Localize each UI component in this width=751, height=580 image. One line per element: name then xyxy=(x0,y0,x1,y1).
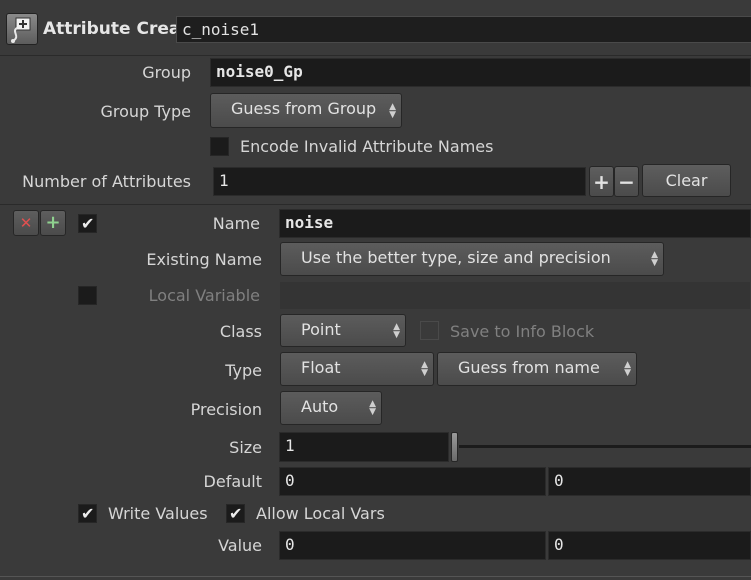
existing-name-label: Existing Name xyxy=(146,250,262,269)
encode-invalid-checkbox[interactable] xyxy=(210,137,229,156)
group-type-label: Group Type xyxy=(100,102,191,121)
type-value: Float xyxy=(301,358,341,377)
type-info-menu[interactable]: Guess from name ▲ ▼ xyxy=(437,352,637,386)
default-label: Default xyxy=(203,472,262,491)
header-divider xyxy=(0,55,751,56)
allow-local-vars-label: Allow Local Vars xyxy=(256,504,385,523)
encode-invalid-label: Encode Invalid Attribute Names xyxy=(240,137,494,156)
precision-label: Precision xyxy=(190,400,262,419)
menu-arrows-icon: ▲ ▼ xyxy=(421,360,428,378)
precision-value: Auto xyxy=(301,397,339,416)
local-variable-field xyxy=(279,281,751,310)
menu-arrows-icon: ▲ ▼ xyxy=(369,399,376,417)
group-type-value: Guess from Group xyxy=(231,99,377,118)
existing-name-menu[interactable]: Use the better type, size and precision … xyxy=(280,242,664,276)
save-info-checkbox xyxy=(420,321,439,340)
size-field[interactable]: 1 xyxy=(279,432,449,462)
name-label: Name xyxy=(212,214,260,233)
value-field-1[interactable]: 0 xyxy=(279,531,546,560)
menu-arrows-icon: ▲ ▼ xyxy=(393,321,400,340)
type-menu[interactable]: Float ▲ ▼ xyxy=(280,352,434,386)
clear-button[interactable]: Clear xyxy=(642,164,731,197)
size-slider-track[interactable] xyxy=(459,445,751,448)
attribute-create-node-icon[interactable] xyxy=(6,13,38,45)
save-info-label: Save to Info Block xyxy=(450,322,595,341)
group-label: Group xyxy=(142,63,191,82)
size-slider-handle[interactable] xyxy=(451,432,458,462)
section-divider xyxy=(0,204,751,205)
remove-attribute-button[interactable]: − xyxy=(614,166,639,197)
precision-menu[interactable]: Auto ▲ ▼ xyxy=(280,391,382,425)
name-field[interactable]: noise xyxy=(279,209,751,238)
local-variable-label: Local Variable xyxy=(148,286,260,305)
group-field[interactable]: noise0_Gp xyxy=(210,58,751,87)
size-label: Size xyxy=(229,438,262,457)
class-label: Class xyxy=(219,322,262,341)
allow-local-vars-checkbox[interactable] xyxy=(226,504,245,523)
menu-arrows-icon: ▲ ▼ xyxy=(389,101,396,120)
node-name-field[interactable]: c_noise1 xyxy=(176,16,751,43)
menu-arrows-icon: ▲ ▼ xyxy=(651,250,658,268)
type-info-value: Guess from name xyxy=(458,358,600,377)
default-field-2[interactable]: 0 xyxy=(548,467,751,496)
num-attributes-field[interactable]: 1 xyxy=(213,167,586,196)
default-field-1[interactable]: 0 xyxy=(279,467,546,496)
value-field-2[interactable]: 0 xyxy=(548,531,751,560)
existing-name-value: Use the better type, size and precision xyxy=(301,248,611,267)
value-label: Value xyxy=(218,536,262,555)
write-values-checkbox[interactable] xyxy=(78,504,97,523)
bottom-divider xyxy=(0,576,751,577)
class-menu[interactable]: Point ▲ ▼ xyxy=(280,314,406,347)
class-value: Point xyxy=(301,320,341,339)
menu-arrows-icon: ▲ ▼ xyxy=(624,360,631,378)
add-attribute-button[interactable]: + xyxy=(589,166,614,197)
num-attributes-label: Number of Attributes xyxy=(22,172,191,191)
write-values-label: Write Values xyxy=(108,504,208,523)
group-type-menu[interactable]: Guess from Group ▲ ▼ xyxy=(210,93,402,128)
type-label: Type xyxy=(225,361,262,380)
